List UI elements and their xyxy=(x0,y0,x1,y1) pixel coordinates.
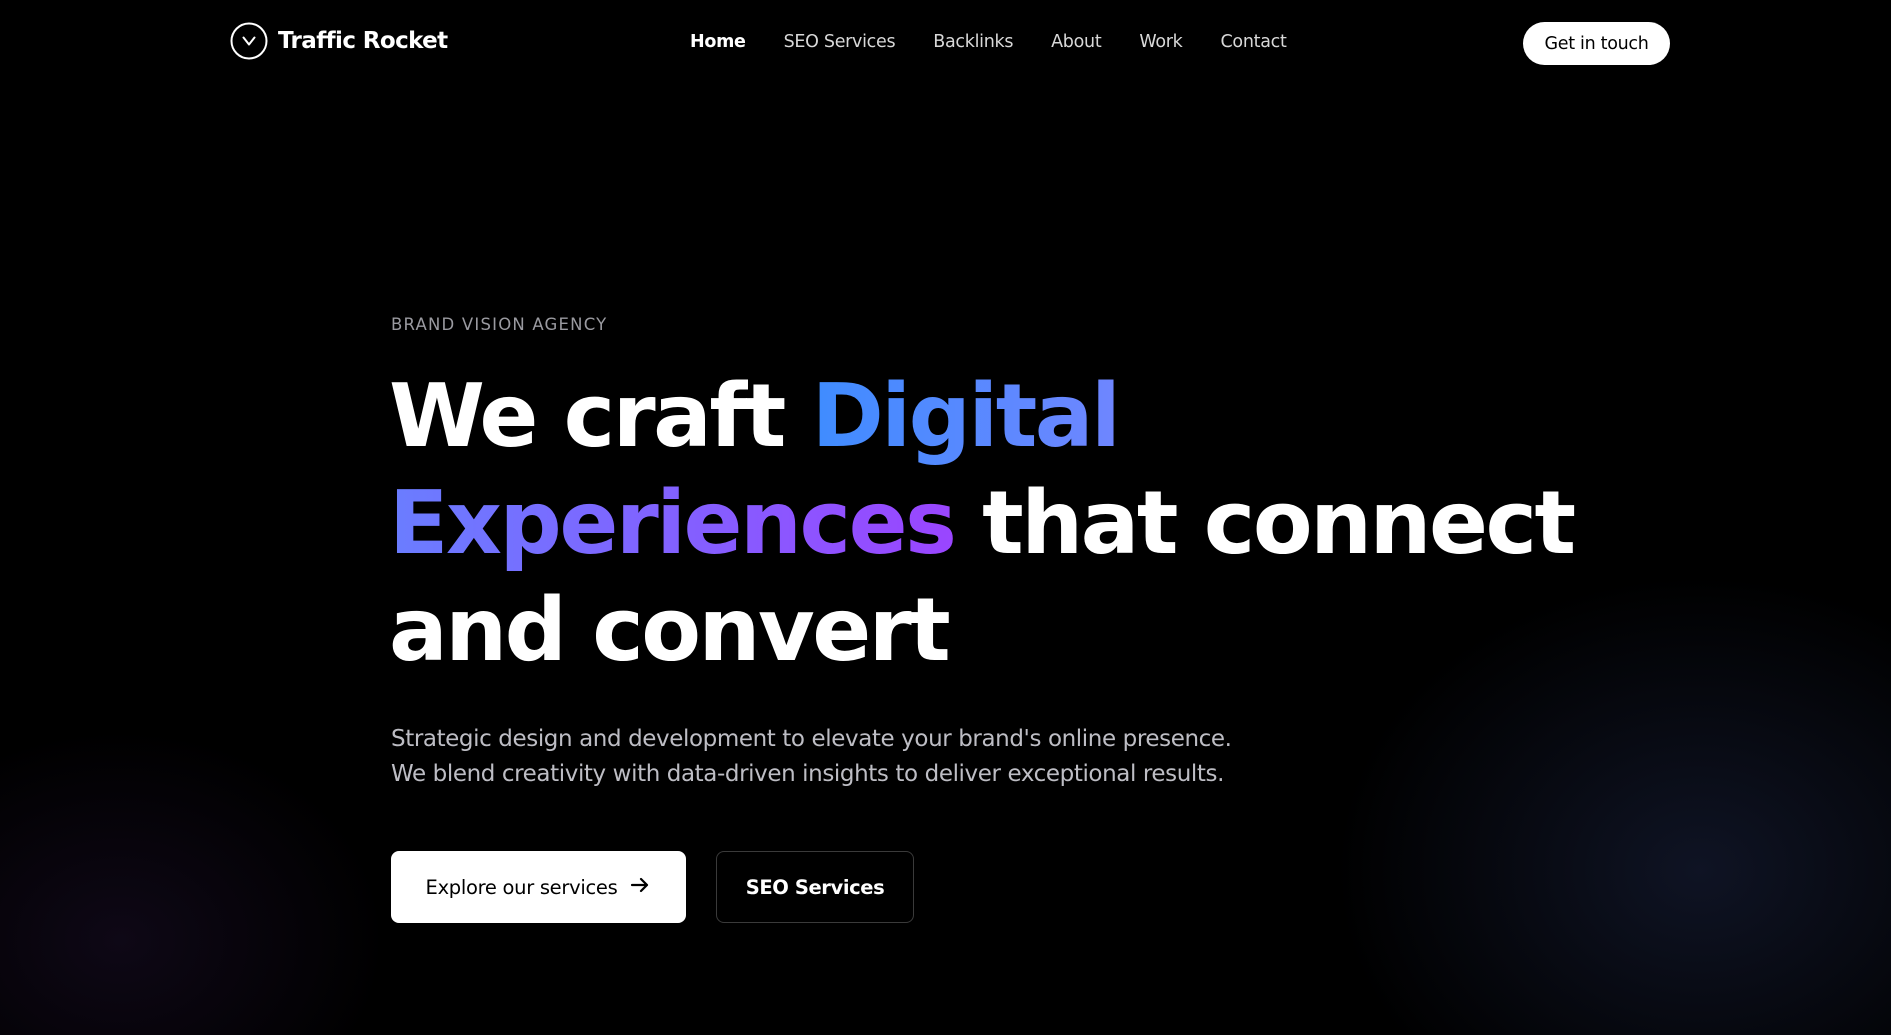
hero-headline: We craft Digital Experiences that connec… xyxy=(389,363,1576,684)
nav-item-contact[interactable]: Contact xyxy=(1221,32,1287,52)
headline-highlight-digital: Digital xyxy=(811,365,1121,467)
arrow-right-icon xyxy=(629,874,651,901)
get-in-touch-button[interactable]: Get in touch xyxy=(1523,22,1670,65)
hero-subtext-line-1: Strategic design and development to elev… xyxy=(391,726,1232,752)
logo-text: Traffic Rocket xyxy=(278,28,448,54)
nav-item-backlinks[interactable]: Backlinks xyxy=(933,32,1013,52)
nav-item-seo-services[interactable]: SEO Services xyxy=(784,32,896,52)
headline-line-2: Experiences that connect xyxy=(389,470,1576,577)
hero-subtext: Strategic design and development to elev… xyxy=(391,722,1232,792)
headline-highlight-experiences: Experiences xyxy=(389,472,957,574)
hero-eyebrow: BRAND VISION AGENCY xyxy=(391,315,608,334)
explore-services-button[interactable]: Explore our services xyxy=(391,851,686,923)
seo-services-button[interactable]: SEO Services xyxy=(716,851,914,923)
logo[interactable]: Traffic Rocket xyxy=(230,22,448,60)
nav-item-about[interactable]: About xyxy=(1051,32,1102,52)
nav-item-home[interactable]: Home xyxy=(690,32,746,52)
explore-services-label: Explore our services xyxy=(425,875,618,899)
hero-subtext-line-2: We blend creativity with data-driven ins… xyxy=(391,761,1225,787)
headline-line-3: and convert xyxy=(389,579,951,681)
headline-text: that connect xyxy=(954,472,1576,574)
site-header: Traffic Rocket Home SEO Services Backlin… xyxy=(0,0,1891,88)
main-nav: Home SEO Services Backlinks About Work C… xyxy=(690,32,1325,52)
page: Traffic Rocket Home SEO Services Backlin… xyxy=(0,0,1891,1035)
headline-line-1: We craft Digital xyxy=(389,363,1539,470)
headline-text: We craft xyxy=(389,365,812,467)
chevron-down-circle-icon xyxy=(230,22,268,60)
nav-item-work[interactable]: Work xyxy=(1139,32,1182,52)
